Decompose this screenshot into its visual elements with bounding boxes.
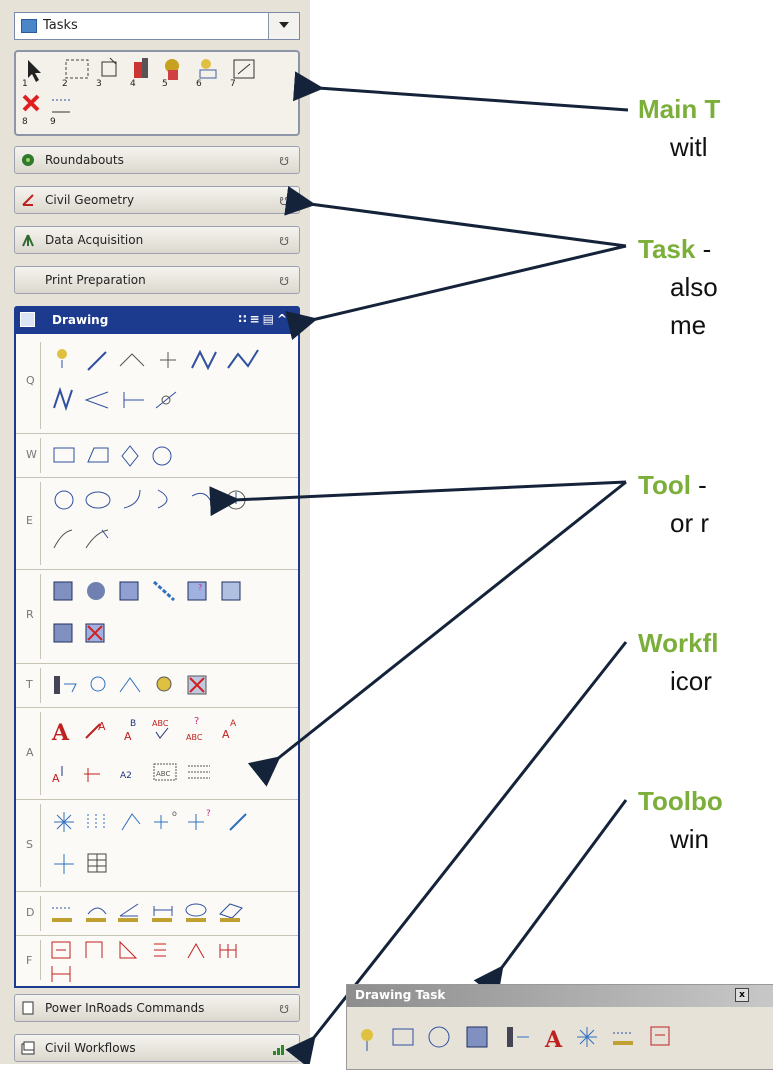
place-smartline-icon[interactable] xyxy=(361,1029,373,1051)
arrow-task-civil xyxy=(284,185,627,248)
callout-arrows xyxy=(209,71,629,1064)
annotation-workflow: Workfl icor xyxy=(638,628,719,696)
place-circle-icon[interactable] xyxy=(428,1026,450,1048)
arrow-tool-row-e xyxy=(209,480,627,517)
arrow-workflows xyxy=(285,641,628,1064)
close-icon[interactable]: x xyxy=(735,988,749,1002)
arrow-toolbox xyxy=(473,799,628,999)
annotation-toolbox: Toolbo win xyxy=(638,786,723,854)
hatch-area-icon[interactable] xyxy=(466,1026,488,1048)
toolbox-icons: A xyxy=(361,1026,670,1053)
place-text-icon[interactable]: A xyxy=(544,1027,563,1053)
toolbox-titlebar[interactable]: Drawing Task x xyxy=(347,985,773,1007)
arrow-tool-row-a xyxy=(247,480,627,787)
svg-text:A: A xyxy=(544,1027,563,1053)
annotation-tool: Tool - or r xyxy=(638,470,709,538)
dimension-element-icon[interactable] xyxy=(613,1032,633,1045)
place-block-icon[interactable] xyxy=(392,1028,414,1046)
annotation-task: Task - also me xyxy=(638,234,718,340)
arrow-main-toolbar xyxy=(292,71,629,112)
dimension-size-icon[interactable] xyxy=(650,1026,670,1046)
floating-toolbox: Drawing Task x A xyxy=(346,984,773,1070)
toolbox-title: Drawing Task xyxy=(355,988,446,1002)
annotation-main-toolbar: Main T witl xyxy=(638,94,721,162)
place-active-point-icon[interactable] xyxy=(577,1027,597,1047)
arrow-task-drawing xyxy=(285,244,627,341)
place-cell-icon[interactable] xyxy=(507,1027,529,1047)
